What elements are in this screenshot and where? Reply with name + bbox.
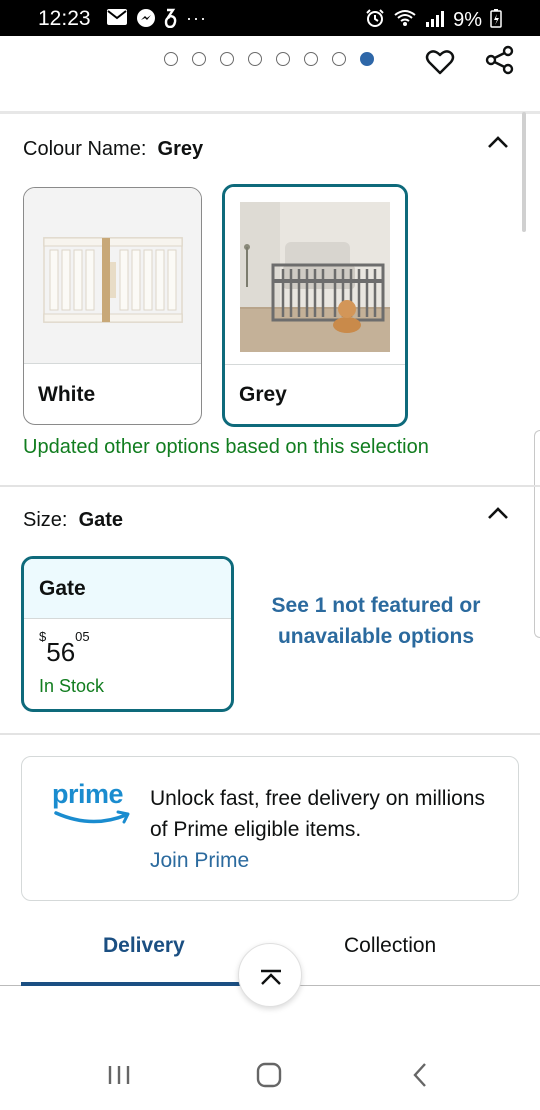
size-value: Gate [78,509,124,531]
prime-smile-icon [54,810,130,824]
alarm-icon [365,8,385,33]
battery-percent: 9% [453,9,482,31]
swatch-white[interactable]: White [23,187,202,425]
carousel-dot[interactable] [248,52,262,66]
active-tab-indicator [21,982,241,986]
notification-app-icon [164,8,178,33]
mail-icon [106,8,128,33]
scrollbar[interactable] [522,112,526,232]
grey-gate-image [225,187,405,365]
scroll-to-top-button[interactable] [238,943,302,1007]
carousel-dot[interactable] [192,52,206,66]
size-option-price: $5605 [39,629,90,668]
status-time: 12:23 [38,7,91,30]
scroll-to-top-icon [261,969,281,985]
prime-logo-text: prime [52,779,124,809]
collapse-colour-chevron-up-icon[interactable] [486,131,510,155]
price-currency: $ [39,629,47,645]
colour-heading: Colour Name: Grey [23,138,203,161]
heart-icon[interactable] [424,46,456,78]
join-prime-link[interactable]: Join Prime [150,845,490,876]
tab-delivery[interactable]: Delivery [103,934,185,958]
section-divider [0,733,540,735]
size-option-name: Gate [24,559,231,619]
size-heading: Size: Gate [23,509,123,532]
swatch-grey[interactable]: Grey [222,184,408,427]
carousel-dot[interactable] [332,52,346,66]
prime-logo: prime [52,779,142,835]
carousel-dot[interactable] [220,52,234,66]
price-fraction: 05 [75,629,90,645]
swatch-grey-label: Grey [239,383,287,406]
tab-collection[interactable]: Collection [344,934,436,958]
signal-icon [425,9,445,32]
image-carousel-bar [0,36,540,114]
swatch-white-label: White [38,383,96,406]
back-icon[interactable] [406,1060,436,1090]
system-navigation-bar [0,1040,540,1110]
more-notifications-icon: ··· [186,8,207,28]
wifi-icon [393,9,417,32]
carousel-dots [164,52,374,66]
status-bar: 12:23 ··· 9% [0,0,540,36]
carousel-dot[interactable] [164,52,178,66]
size-label: Size: [23,509,68,531]
home-icon[interactable] [254,1060,284,1090]
white-gate-image [24,188,201,364]
section-divider [0,485,540,487]
size-option-gate[interactable]: Gate $5605 In Stock [21,556,234,712]
messenger-icon [136,8,156,33]
collapse-size-chevron-up-icon[interactable] [486,502,510,526]
colour-value: Grey [157,138,204,160]
prime-promo[interactable]: prime Unlock fast, free delivery on mill… [21,756,519,901]
see-unavailable-options-link[interactable]: See 1 not featured or unavailable option… [258,590,494,652]
battery-charging-icon [490,8,502,33]
carousel-dot[interactable] [360,52,374,66]
availability-status: In Stock [39,676,105,696]
prime-message: Unlock fast, free delivery on millions o… [150,787,485,841]
recent-apps-icon[interactable] [104,1060,134,1090]
colour-label: Colour Name: [23,138,147,160]
side-panel-handle[interactable] [534,430,540,638]
selection-notice: Updated other options based on this sele… [23,436,429,458]
price-whole: 56 [46,637,76,667]
share-icon[interactable] [484,44,516,76]
carousel-dot[interactable] [304,52,318,66]
carousel-dot[interactable] [276,52,290,66]
